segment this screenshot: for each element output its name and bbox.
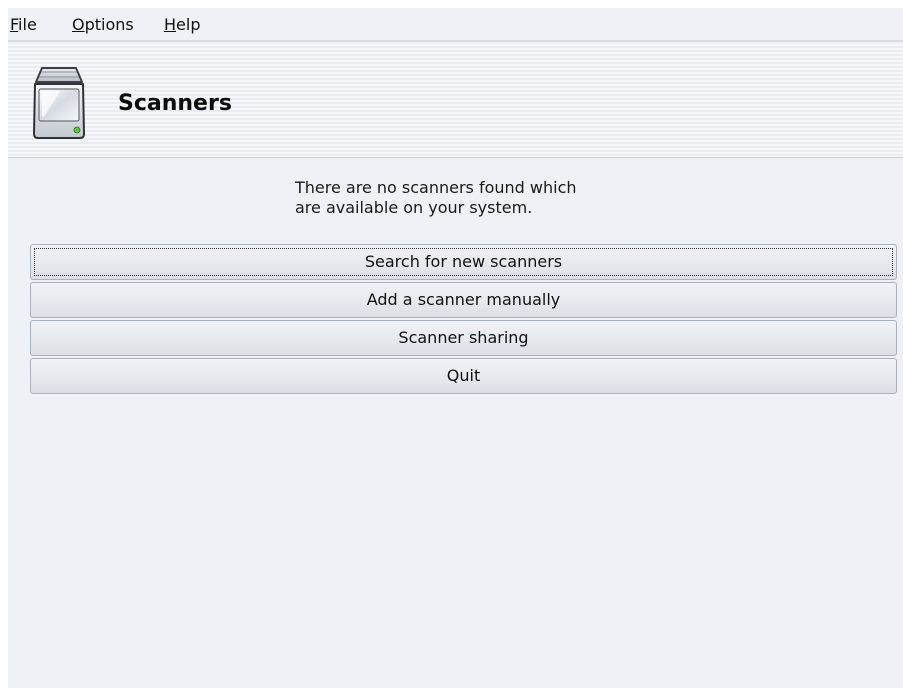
search-new-scanners-button[interactable]: Search for new scanners	[30, 244, 897, 280]
menu-options-label: ptions	[84, 15, 134, 34]
scanner-config-window: File Options Help Scanners There are no …	[8, 8, 903, 688]
scanner-sharing-button[interactable]: Scanner sharing	[30, 320, 897, 356]
menu-options-mnemonic: O	[72, 15, 85, 34]
scanner-icon	[30, 62, 90, 142]
menu-file-label: ile	[18, 15, 37, 34]
menu-help[interactable]: Help	[164, 15, 200, 35]
status-message-line-1: There are no scanners found which	[295, 178, 577, 197]
action-buttons: Search for new scanners Add a scanner ma…	[30, 244, 897, 396]
add-scanner-manually-button[interactable]: Add a scanner manually	[30, 282, 897, 318]
page-title: Scanners	[118, 91, 232, 116]
status-message: There are no scanners found which are av…	[295, 178, 577, 218]
header-banner: Scanners	[8, 44, 903, 158]
menu-help-mnemonic: H	[164, 15, 177, 34]
menu-file-mnemonic: F	[10, 15, 19, 34]
quit-button[interactable]: Quit	[30, 358, 897, 394]
menu-bar: File Options Help	[8, 8, 903, 42]
menu-help-label: elp	[176, 15, 201, 34]
status-message-line-2: are available on your system.	[295, 198, 533, 217]
menu-options[interactable]: Options	[72, 15, 134, 35]
menu-file[interactable]: File	[10, 15, 37, 35]
